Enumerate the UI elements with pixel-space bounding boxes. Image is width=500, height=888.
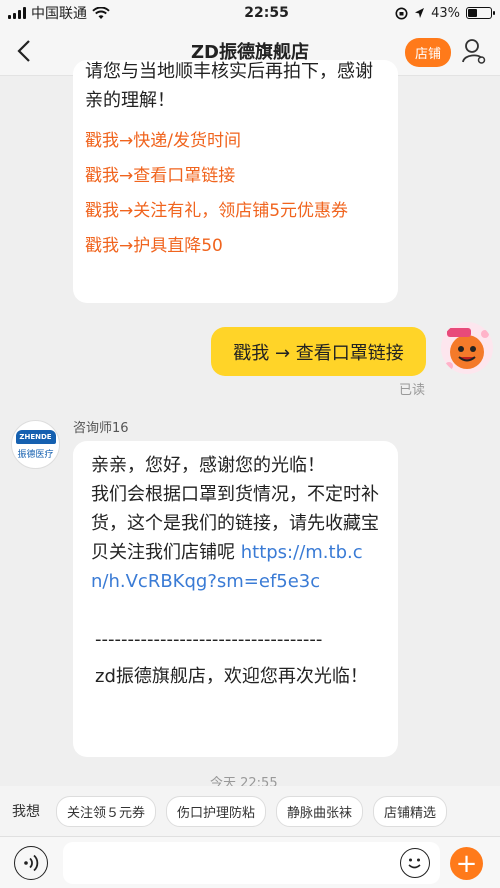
user-settings-icon[interactable] <box>461 38 487 64</box>
agent-name: 咨询师16 <box>73 421 129 436</box>
agent-avatar[interactable]: ZHENDE 振德医疗 <box>11 420 60 469</box>
quick-link-coupon[interactable]: 戳我→关注有礼，领店铺5元优惠券 <box>85 197 386 226</box>
message-bubble-incoming: 亲亲，您好，感谢您的光临！ 我们会根据口罩到货情况，不定时补货，这个是我们的链接… <box>73 441 398 757</box>
signature-text: zd振德旗舰店，欢迎您再次光临！ <box>95 666 368 687</box>
chip-follow-coupon[interactable]: 关注领５元券 <box>56 795 157 827</box>
orientation-lock-icon <box>395 7 408 19</box>
read-status: 已读 <box>399 383 426 398</box>
voice-button[interactable] <box>14 846 48 880</box>
wifi-icon <box>92 6 110 19</box>
smiley-icon <box>408 858 421 869</box>
quick-suggestion-bar: 我想 关注领５元券 伤口护理防粘 静脉曲张袜 店铺精选 <box>0 786 500 836</box>
message-body: 我们会根据口罩到货情况，不定时补货，这个是我们的链接，请先收藏宝贝关注我们店铺呢… <box>91 480 380 596</box>
battery-percent: 43% <box>431 5 460 21</box>
status-bar: 中国联通 22:55 43% <box>0 0 500 26</box>
clock: 22:55 <box>244 5 289 21</box>
emoji-button[interactable] <box>400 848 430 878</box>
divider-text: ----------------------------------- <box>95 629 323 650</box>
cartoon-avatar-icon <box>441 322 493 374</box>
quick-link-mask[interactable]: 戳我→查看口罩链接 <box>85 162 386 191</box>
message-input[interactable] <box>63 842 440 884</box>
back-button[interactable] <box>0 26 48 76</box>
message-bubble-incoming: 请您与当地顺丰核实后再拍下，感谢亲的理解！ 戳我→快递/发货时间 戳我→查看口罩… <box>73 60 398 303</box>
plus-icon: + <box>455 848 478 879</box>
shop-button[interactable]: 店铺 <box>404 38 451 67</box>
quick-link-shipping[interactable]: 戳我→快递/发货时间 <box>85 127 386 156</box>
signal-icon <box>8 7 26 19</box>
message-text: 请您与当地顺丰核实后再拍下，感谢亲的理解！ <box>85 61 373 111</box>
quick-link-protective-gear[interactable]: 戳我→护具直降50 <box>85 232 386 261</box>
more-options-button[interactable]: + <box>450 847 483 880</box>
message-bubble-outgoing: 戳我 → 查看口罩链接 <box>211 327 426 376</box>
agent-avatar-label: 振德医疗 <box>17 449 54 460</box>
message-text: 戳我 → 查看口罩链接 <box>233 342 404 364</box>
zhende-logo-icon: ZHENDE <box>15 429 56 444</box>
chip-compression-socks[interactable]: 静脉曲张袜 <box>276 795 364 827</box>
input-bar: + <box>0 836 500 888</box>
chip-store-picks[interactable]: 店铺精选 <box>373 795 448 827</box>
chevron-left-icon <box>17 39 30 62</box>
avatar[interactable] <box>441 322 493 374</box>
chip-wound-care[interactable]: 伤口护理防粘 <box>166 795 267 827</box>
timestamp: 今天 22:55 <box>210 776 278 786</box>
location-icon <box>415 8 425 18</box>
battery-icon <box>466 7 495 19</box>
voice-icon <box>24 854 39 872</box>
carrier-label: 中国联通 <box>31 6 87 22</box>
greeting-text: 亲亲，您好，感谢您的光临！ <box>91 455 325 476</box>
quick-label: 我想 <box>12 804 40 820</box>
